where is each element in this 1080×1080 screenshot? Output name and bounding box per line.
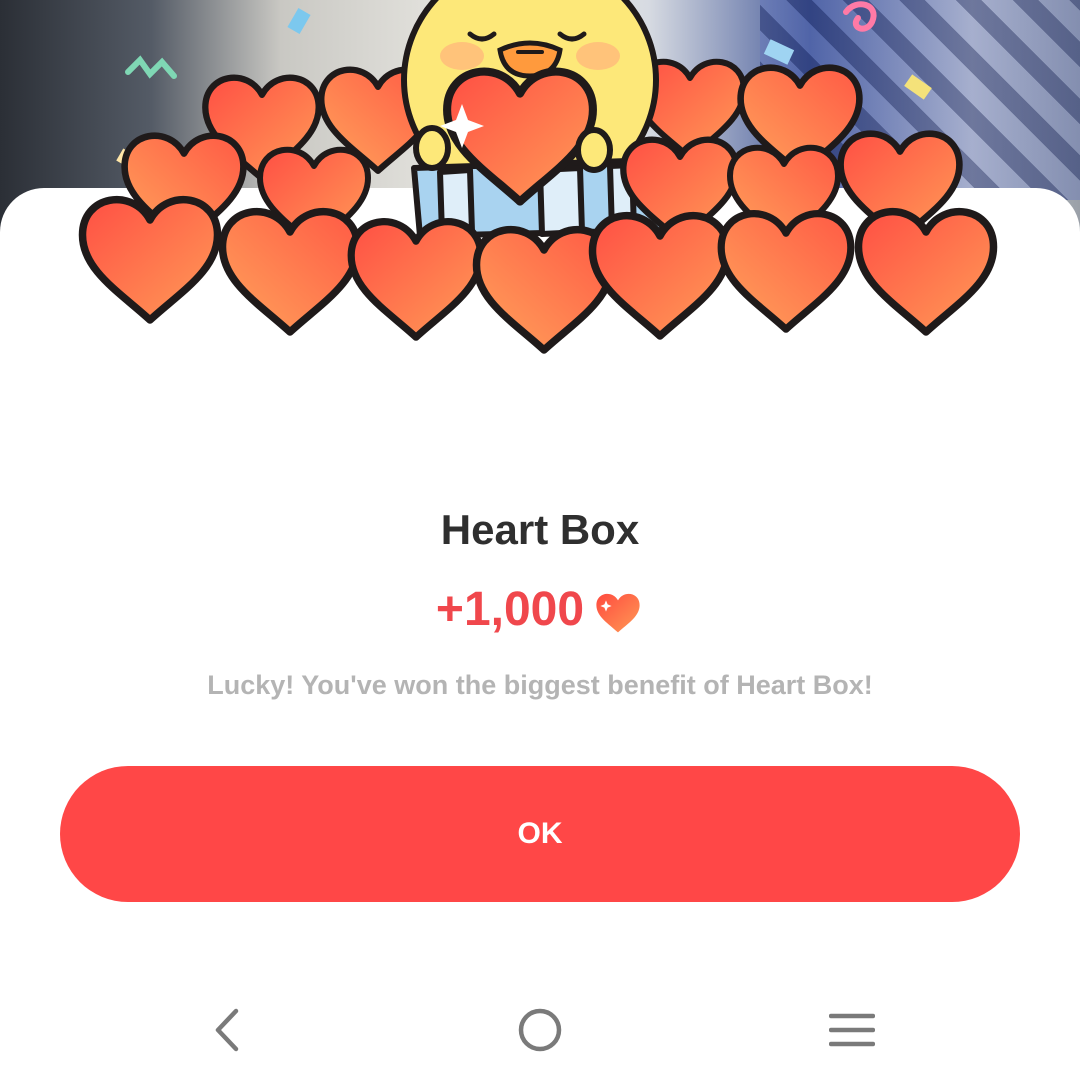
ok-button[interactable]: OK xyxy=(60,766,1020,902)
hearts-chick-illustration xyxy=(0,0,1080,380)
reward-amount-row: +1,000 xyxy=(0,582,1080,637)
nav-back-button[interactable] xyxy=(178,1002,278,1058)
menu-lines-icon xyxy=(829,1013,875,1047)
circle-icon xyxy=(518,1008,562,1052)
chevron-left-icon xyxy=(215,1008,239,1052)
heart-icon xyxy=(596,593,640,632)
reward-amount: +1,000 xyxy=(435,583,585,636)
nav-recents-button[interactable] xyxy=(802,1002,902,1058)
nav-home-button[interactable] xyxy=(490,1002,590,1058)
system-navigation-bar xyxy=(0,980,1080,1080)
dialog-title: Heart Box xyxy=(440,506,640,553)
reward-message: Lucky! You've won the biggest benefit of… xyxy=(207,670,873,700)
